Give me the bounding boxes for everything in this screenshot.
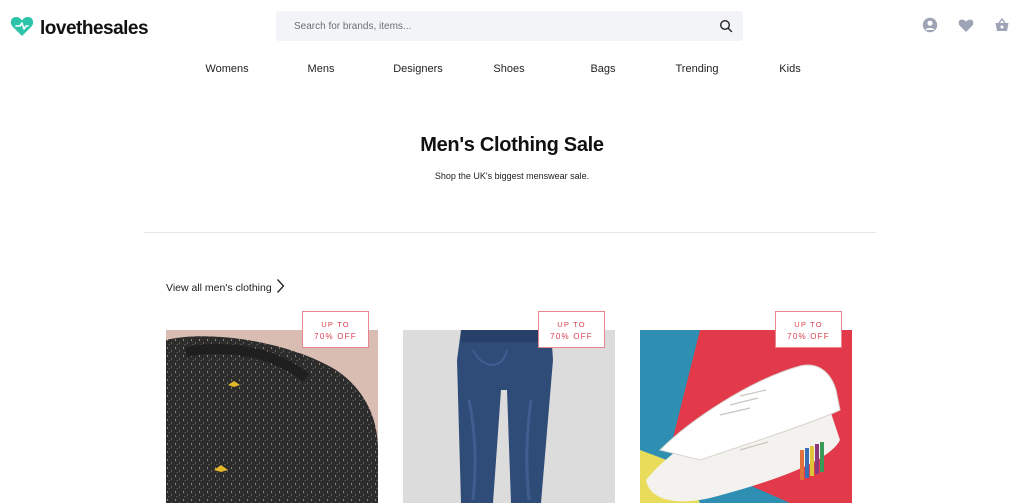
heart-logo-icon bbox=[10, 15, 34, 42]
chevron-right-icon bbox=[276, 278, 285, 297]
nav-trending[interactable]: Trending bbox=[675, 63, 718, 75]
page-subtitle: Shop the UK's biggest menswear sale. bbox=[434, 171, 590, 181]
account-icon[interactable] bbox=[922, 17, 938, 33]
logo[interactable]: lovethesales bbox=[10, 15, 149, 42]
basket-icon[interactable] bbox=[994, 17, 1010, 33]
product-card-trainers[interactable] bbox=[640, 330, 852, 503]
logo-text: lovethesales bbox=[40, 17, 149, 39]
product-card-jeans[interactable] bbox=[403, 330, 615, 503]
header-actions bbox=[922, 17, 1010, 33]
jumper-image bbox=[166, 330, 378, 503]
nav-mens[interactable]: Mens bbox=[308, 63, 335, 75]
search-icon[interactable] bbox=[719, 19, 733, 38]
nav-bags[interactable]: Bags bbox=[590, 63, 615, 75]
view-all-label: View all men's clothing bbox=[166, 281, 272, 294]
nav-designers[interactable]: Designers bbox=[393, 63, 443, 75]
page-title: Men's Clothing Sale bbox=[420, 134, 604, 156]
product-card-jumper[interactable] bbox=[166, 330, 378, 503]
nav-kids[interactable]: Kids bbox=[779, 63, 800, 75]
trainers-image bbox=[640, 330, 852, 503]
nav-shoes[interactable]: Shoes bbox=[493, 63, 524, 75]
nav-womens[interactable]: Womens bbox=[205, 63, 248, 75]
divider bbox=[144, 232, 876, 233]
view-all-mens-link[interactable]: View all men's clothing bbox=[166, 278, 285, 297]
search-input[interactable] bbox=[294, 11, 694, 41]
jeans-image bbox=[403, 330, 615, 503]
search-bar bbox=[276, 11, 743, 41]
main-nav: Womens Mens Designers Shoes Bags Trendin… bbox=[0, 63, 1024, 77]
discount-badge: UP TO 70% OFF bbox=[302, 311, 369, 348]
wishlist-heart-icon[interactable] bbox=[958, 18, 974, 33]
discount-badge: UP TO 70% OFF bbox=[538, 311, 605, 348]
discount-badge: UP TO 70% OFF bbox=[775, 311, 842, 348]
